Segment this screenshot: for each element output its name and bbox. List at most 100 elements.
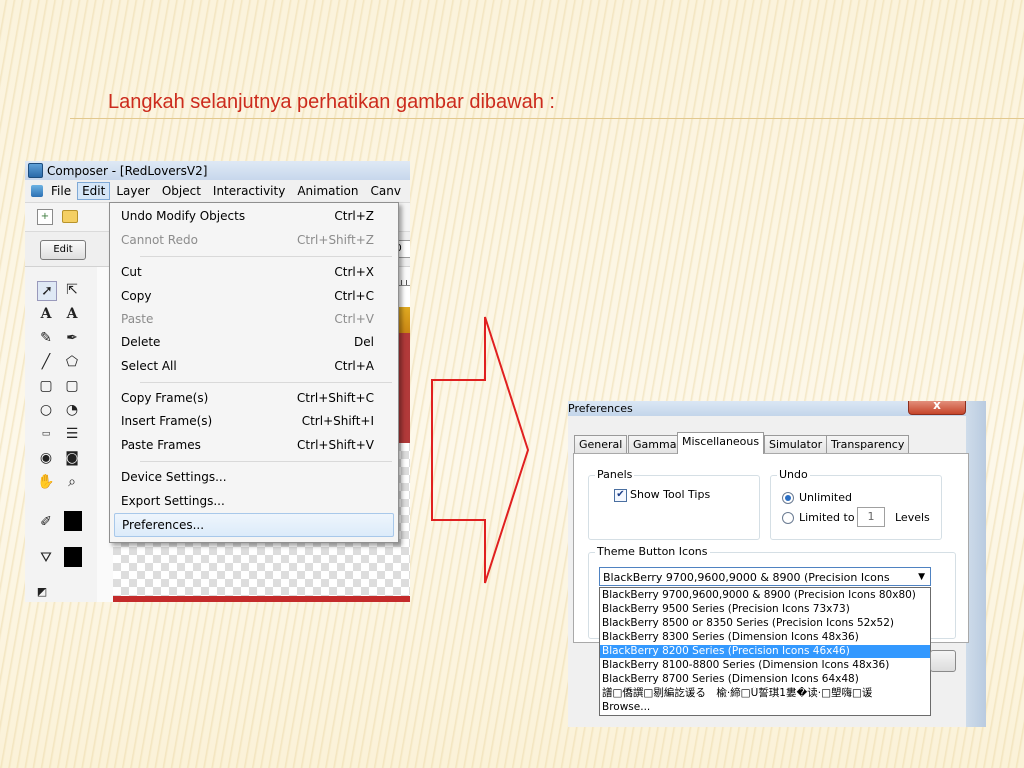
menu-item-shortcut: Ctrl+C xyxy=(334,289,374,303)
pen-tool-icon[interactable]: ✒ xyxy=(63,329,81,347)
line-tool-icon[interactable]: ╱ xyxy=(37,353,55,371)
menu-item-label: Copy xyxy=(121,289,152,303)
rectangle-tool-icon[interactable]: ▢ xyxy=(37,377,55,395)
theme-option[interactable]: BlackBerry 8300 Series (Dimension Icons … xyxy=(600,631,930,644)
menu-item-label: Preferences... xyxy=(122,518,205,532)
text-tool-icon[interactable]: A xyxy=(37,305,55,323)
tab-transparency[interactable]: Transparency xyxy=(826,435,910,453)
stroke-color-swatch[interactable] xyxy=(64,511,82,531)
show-tool-tips-checkbox[interactable]: ✔ xyxy=(614,489,627,502)
eyedropper-tool-icon[interactable]: ✐ xyxy=(37,513,55,531)
menu-item-label: Device Settings... xyxy=(121,470,227,484)
menu-edit[interactable]: Edit xyxy=(77,182,111,200)
menu-item-label: Select All xyxy=(121,359,177,373)
undo-group-title: Undo xyxy=(777,468,810,481)
camera-tool-icon[interactable]: ◙ xyxy=(63,449,81,467)
limited-to-label: Limited to xyxy=(799,511,855,524)
menu-separator xyxy=(140,461,392,462)
menu-interactivity[interactable]: Interactivity xyxy=(207,182,291,200)
paint-bucket-tool-icon[interactable]: ⛛ xyxy=(37,549,55,567)
fill-color-swatch[interactable] xyxy=(64,547,82,567)
theme-option-highlighted[interactable]: BlackBerry 8200 Series (Precision Icons … xyxy=(600,645,930,658)
theme-option[interactable]: BlackBerry 8500 or 8350 Series (Precisio… xyxy=(600,617,930,630)
menu-item-shortcut: Ctrl+Shift+C xyxy=(296,391,374,405)
open-folder-icon[interactable] xyxy=(62,210,78,223)
composer-screenshot: Composer - [RedLoversV2] File Edit Layer… xyxy=(25,161,410,602)
undo-levels-input[interactable]: 1 xyxy=(857,507,885,527)
menu-file[interactable]: File xyxy=(45,182,77,200)
menu-export-settings[interactable]: Export Settings... xyxy=(114,490,392,512)
subselect-tool-icon[interactable]: ⇱ xyxy=(63,281,81,299)
menu-item-label: Paste Frames xyxy=(121,438,201,452)
unlimited-radio[interactable] xyxy=(782,492,794,504)
rounded-rect-tool-icon[interactable]: ▢ xyxy=(63,377,81,395)
theme-icons-options: BlackBerry 9700,9600,9000 & 8900 (Precis… xyxy=(599,587,931,716)
hand-tool-icon[interactable]: ✋ xyxy=(37,473,55,491)
document-icon[interactable] xyxy=(31,185,43,197)
edit-menu-dropdown: Undo Modify Objects Ctrl+Z Cannot Redo C… xyxy=(109,202,399,543)
pencil-tool-icon[interactable]: ✎ xyxy=(37,329,55,347)
tab-gamma[interactable]: Gamma xyxy=(628,435,682,453)
text-path-tool-icon[interactable]: A xyxy=(63,305,81,323)
menu-item-shortcut: Ctrl+Shift+I xyxy=(301,414,374,428)
new-file-icon[interactable]: + xyxy=(37,209,53,225)
menu-layer[interactable]: Layer xyxy=(110,182,155,200)
menu-item-label: Delete xyxy=(121,335,161,349)
dialog-button[interactable] xyxy=(930,650,956,672)
theme-option[interactable]: BlackBerry 8100-8800 Series (Dimension I… xyxy=(600,659,930,672)
image-tool-icon[interactable]: ▭ xyxy=(37,425,55,443)
menu-item-shortcut: Del xyxy=(354,335,374,349)
undo-group: Undo Unlimited Limited to 1 Levels xyxy=(770,468,942,540)
chevron-down-icon: ▼ xyxy=(918,572,925,582)
menu-copy-frames[interactable]: Copy Frame(s) Ctrl+Shift+C xyxy=(114,387,392,409)
theme-option[interactable]: BlackBerry 9700,9600,9000 & 8900 (Precis… xyxy=(600,589,930,602)
tab-simulator[interactable]: Simulator xyxy=(764,435,828,453)
theme-option[interactable]: 譜□僑譔□剔編訖谖る 楡·締□Ü誓琪1婁�读·□塱嗨□谖 xyxy=(600,687,930,700)
menu-item-label: Export Settings... xyxy=(121,494,225,508)
close-button[interactable]: x xyxy=(908,401,966,415)
button-tool-icon[interactable]: ◉ xyxy=(37,449,55,467)
menu-device-settings[interactable]: Device Settings... xyxy=(114,466,392,488)
menu-insert-frames[interactable]: Insert Frame(s) Ctrl+Shift+I xyxy=(114,410,392,432)
menu-item-shortcut: Ctrl+X xyxy=(334,265,374,279)
theme-option-browse[interactable]: Browse... xyxy=(600,701,930,714)
ellipse-tool-icon[interactable]: ○ xyxy=(37,401,55,419)
theme-option[interactable]: BlackBerry 8700 Series (Dimension Icons … xyxy=(600,673,930,686)
theme-icons-title: Theme Button Icons xyxy=(595,545,710,558)
pointer-tool-icon[interactable]: ➚ xyxy=(37,281,57,301)
zoom-tool-icon[interactable]: ⌕ xyxy=(63,473,81,491)
menu-separator xyxy=(140,382,392,383)
tab-general[interactable]: General xyxy=(574,435,628,453)
menu-paste-frames[interactable]: Paste Frames Ctrl+Shift+V xyxy=(114,434,392,456)
limited-radio[interactable] xyxy=(782,512,794,524)
polygon-tool-icon[interactable]: ⬠ xyxy=(63,353,81,371)
show-tool-tips-label: Show Tool Tips xyxy=(630,488,711,501)
menu-item-label: Copy Frame(s) xyxy=(121,391,209,405)
theme-icons-select[interactable]: BlackBerry 9700,9600,9000 & 8900 (Precis… xyxy=(599,567,931,603)
menu-animation[interactable]: Animation xyxy=(291,182,364,200)
menu-cut[interactable]: Cut Ctrl+X xyxy=(114,261,392,283)
menu-item-shortcut: Ctrl+A xyxy=(334,359,374,373)
menu-object[interactable]: Object xyxy=(156,182,207,200)
menu-copy[interactable]: Copy Ctrl+C xyxy=(114,285,392,307)
preferences-screenshot: Preferences x General Gamma Miscellaneou… xyxy=(568,401,986,727)
menu-preferences[interactable]: Preferences... xyxy=(114,513,394,537)
swap-colors-icon[interactable]: ◩ ◪ xyxy=(33,583,51,601)
menu-delete[interactable]: Delete Del xyxy=(114,331,392,353)
levels-label: Levels xyxy=(895,511,930,524)
theme-option[interactable]: BlackBerry 9500 Series (Precision Icons … xyxy=(600,603,930,616)
tab-miscellaneous[interactable]: Miscellaneous xyxy=(677,432,765,454)
unlimited-label: Unlimited xyxy=(799,491,852,504)
list-tool-icon[interactable]: ☰ xyxy=(63,425,81,443)
menu-item-label: Insert Frame(s) xyxy=(121,414,213,428)
menu-select-all[interactable]: Select All Ctrl+A xyxy=(114,355,392,377)
props-edit-button[interactable]: Edit xyxy=(40,240,86,260)
panels-group-title: Panels xyxy=(595,468,635,481)
preferences-title: Preferences xyxy=(568,402,633,415)
menu-undo-modify-objects[interactable]: Undo Modify Objects Ctrl+Z xyxy=(114,205,392,227)
pie-tool-icon[interactable]: ◔ xyxy=(63,401,81,419)
artwork-bottom-band xyxy=(113,596,410,602)
menu-item-shortcut: Ctrl+Shift+Z xyxy=(297,233,374,247)
menu-item-shortcut: Ctrl+Z xyxy=(334,209,374,223)
menu-canvas[interactable]: Canv xyxy=(365,182,407,200)
